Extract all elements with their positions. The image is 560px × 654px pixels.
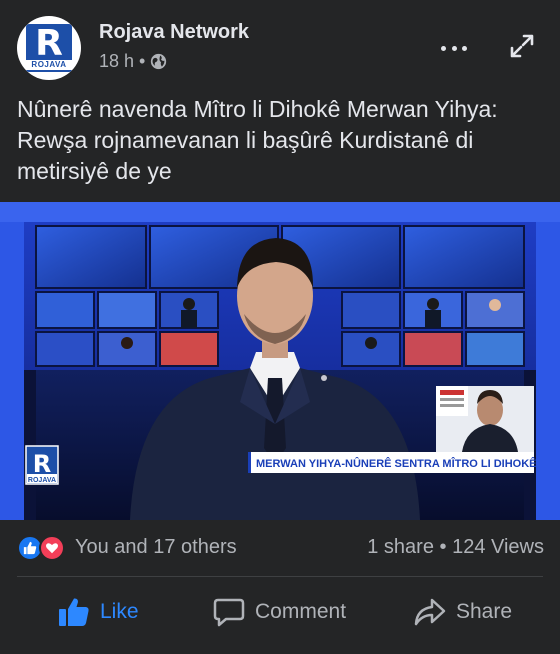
love-reaction-icon xyxy=(39,535,65,561)
dot-1 xyxy=(441,45,446,51)
share-button[interactable]: Share xyxy=(414,580,512,644)
like-button[interactable]: Like xyxy=(58,580,139,644)
lower-third-text: MERWAN YIHYA-NÛNERÊ SENTRA MÎTRO LI DIHO… xyxy=(256,457,537,470)
post-caption: Nûnerê navenda Mîtro li Dihokê Merwan Yi… xyxy=(17,96,498,184)
post-meta: 18 h • xyxy=(99,51,167,72)
logo-letter: R xyxy=(35,23,63,64)
meta-separator: • xyxy=(139,51,146,71)
news-broadcast-frame: MERWAN YIHYA-NÛNERÊ SENTRA MÎTRO LI DIHO… xyxy=(0,202,560,520)
thumbs-up-icon xyxy=(59,598,89,626)
heart-icon xyxy=(45,543,59,554)
page-avatar[interactable]: R ROJAVA xyxy=(17,16,81,80)
post-header: R ROJAVA Rojava Network 18 h • xyxy=(0,0,560,90)
reaction-summary[interactable]: You and 17 others xyxy=(75,536,237,559)
share-arrow-icon xyxy=(414,598,446,626)
comment-bubble-icon xyxy=(213,598,245,627)
share-label: Share xyxy=(456,600,513,623)
reaction-icons[interactable] xyxy=(17,535,71,561)
dot-3 xyxy=(462,45,467,51)
channel-logo-word: ROJAVA xyxy=(28,477,56,484)
post-time[interactable]: 18 h xyxy=(99,51,134,72)
thumbs-up-icon xyxy=(23,541,37,555)
globe-icon xyxy=(151,53,167,70)
more-options-button[interactable] xyxy=(438,36,470,60)
action-bar: Like Comment Share xyxy=(0,580,560,644)
post-stats[interactable]: 1 share • 124 Views xyxy=(367,536,544,559)
expand-icon[interactable] xyxy=(508,32,536,60)
reactions-bar: You and 17 others 1 share • 124 Views xyxy=(0,527,560,567)
like-label: Like xyxy=(100,600,139,623)
comment-button[interactable]: Comment xyxy=(213,580,346,644)
post-video[interactable]: MERWAN YIHYA-NÛNERÊ SENTRA MÎTRO LI DIHO… xyxy=(0,202,560,520)
rojava-logo: R ROJAVA xyxy=(26,24,72,72)
logo-word: ROJAVA xyxy=(26,60,72,70)
dot-2 xyxy=(451,45,457,51)
action-divider xyxy=(17,576,543,577)
page-name[interactable]: Rojava Network xyxy=(99,21,249,44)
comment-label: Comment xyxy=(255,600,347,623)
channel-logo-letter: R xyxy=(33,450,51,478)
